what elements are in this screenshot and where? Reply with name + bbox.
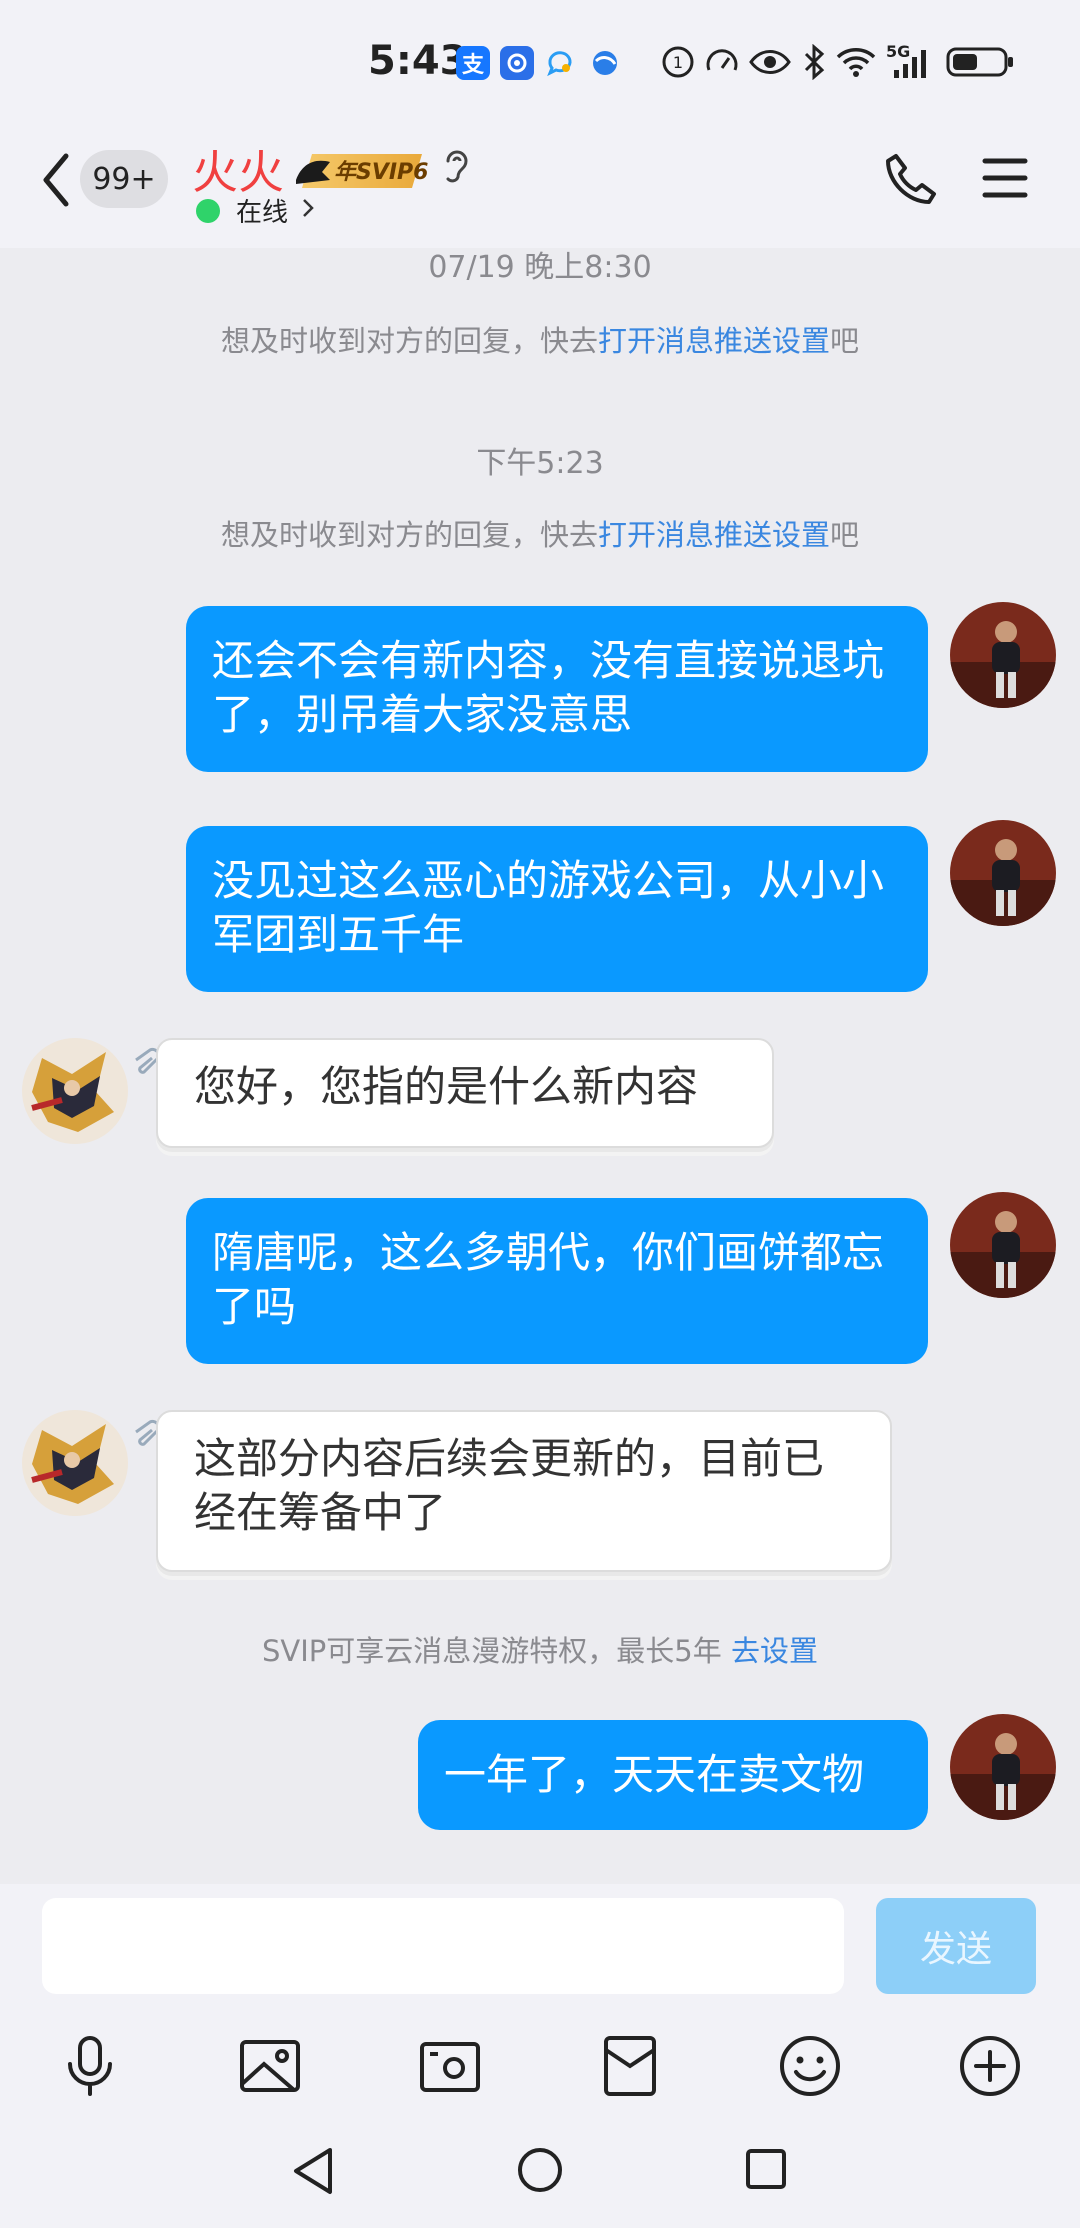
push-settings-notice: 想及时收到对方的回复，快去打开消息推送设置吧 [220, 518, 860, 552]
status-time: 5:43 [368, 38, 468, 84]
phone-call-icon[interactable] [882, 150, 940, 208]
menu-icon[interactable] [982, 157, 1028, 199]
online-status-label[interactable]: 在线 [236, 192, 288, 229]
avatar[interactable] [950, 1714, 1056, 1820]
back-arrow-icon[interactable] [38, 150, 74, 210]
open-push-settings-link[interactable]: 打开消息推送设置 [598, 518, 830, 552]
image-icon[interactable] [238, 2034, 302, 2098]
unread-count-badge[interactable]: 99+ [80, 150, 168, 208]
bluetooth-icon [804, 44, 825, 80]
chevron-right-icon [303, 199, 314, 217]
svg-text:1: 1 [673, 53, 683, 72]
incoming-message-bubble[interactable]: 您好，您指的是什么新内容 [156, 1038, 774, 1148]
nav-back-icon[interactable] [290, 2146, 336, 2196]
outgoing-message-bubble[interactable]: 还会不会有新内容，没有直接说退坑了，别吊着大家没意思 [186, 606, 928, 772]
camera-icon[interactable] [418, 2034, 482, 2098]
status-bar: 5:43 支 1 5G [0, 0, 1080, 130]
browser-icon [588, 46, 622, 80]
send-button[interactable]: 发送 [876, 1898, 1036, 1994]
battery-icon [946, 47, 1013, 77]
outgoing-message-bubble[interactable]: 没见过这么恶心的游戏公司，从小小军团到五千年 [186, 826, 928, 992]
timestamp: 07/19 晚上8:30 [428, 250, 652, 285]
open-push-settings-link[interactable]: 打开消息推送设置 [598, 324, 830, 358]
outgoing-message-bubble[interactable]: 隋唐呢，这么多朝代，你们画饼都忘了吗 [186, 1198, 928, 1364]
app-icon [500, 46, 534, 80]
avatar[interactable] [22, 1038, 128, 1144]
chat-app-icon [544, 46, 578, 80]
speed-icon [706, 49, 738, 71]
chat-message-list[interactable]: 07/19 晚上8:30 想及时收到对方的回复，快去打开消息推送设置吧 下午5:… [0, 248, 1080, 1884]
avatar[interactable] [22, 1410, 128, 1516]
eye-icon [749, 50, 791, 74]
nav-home-icon[interactable] [516, 2146, 564, 2194]
message-input[interactable] [42, 1898, 844, 1994]
microphone-icon[interactable] [58, 2034, 122, 2098]
avatar[interactable] [950, 602, 1056, 708]
nav-recents-icon[interactable] [744, 2146, 788, 2192]
incoming-message-bubble[interactable]: 这部分内容后续会更新的，目前已经在筹备中了 [156, 1410, 892, 1572]
alipay-icon: 支 [456, 46, 490, 80]
outgoing-message-bubble[interactable]: 一年了，天天在卖文物 [418, 1720, 928, 1830]
avatar[interactable] [950, 1192, 1056, 1298]
emoji-icon[interactable] [778, 2034, 842, 2098]
svip-level-label: 年SVIP6 [334, 160, 429, 185]
wifi-icon [836, 48, 876, 77]
online-status-dot [196, 199, 220, 223]
svip-roaming-notice: SVIP可享云消息漫游特权，最长5年 去设置 [262, 1634, 818, 1668]
avatar[interactable] [950, 820, 1056, 926]
go-settings-link[interactable]: 去设置 [731, 1634, 818, 1668]
red-packet-icon[interactable] [598, 2034, 662, 2098]
push-settings-notice: 想及时收到对方的回复，快去打开消息推送设置吧 [220, 324, 860, 358]
hd-icon: 1 [662, 46, 694, 78]
signal-icon [894, 50, 926, 78]
plus-icon[interactable] [958, 2034, 1022, 2098]
ear-icon[interactable] [440, 145, 474, 189]
timestamp: 下午5:23 [476, 446, 604, 481]
